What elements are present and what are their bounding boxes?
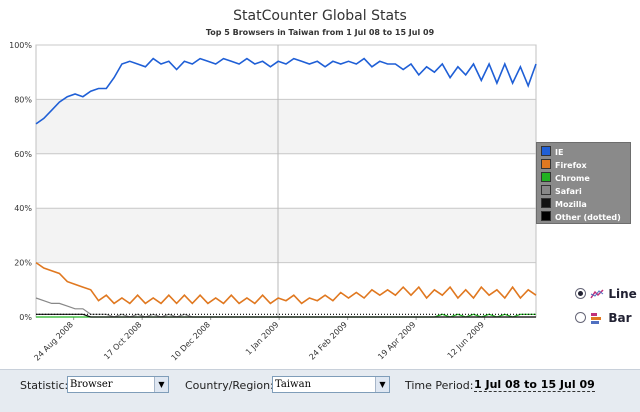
y-tick-label: 40% [14,204,32,213]
country-select[interactable]: Taiwan ▼ [272,376,390,393]
statistic-label: Statistic: [20,379,69,392]
x-tick-label: 1 Jan 2009 [244,320,281,357]
plot-band [36,45,536,100]
legend-label-chrome: Chrome [555,174,590,183]
statistic-select[interactable]: Browser ▼ [67,376,169,393]
plot-band [36,208,536,263]
plot-band [36,262,536,317]
y-tick-label: 100% [9,41,32,50]
legend-item-firefox: Firefox [541,159,587,171]
x-tick-label: 19 Apr 2009 [376,320,417,361]
bar-chart-icon [590,312,604,324]
legend-label-other: Other (dotted) [555,213,621,222]
view-line-option[interactable]: Line [575,287,637,301]
chart-legend: IE Firefox Chrome Safari Mozilla Other (… [536,142,631,224]
legend-item-mozilla: Mozilla [541,198,587,210]
plot-band [36,99,536,154]
line-radio[interactable] [575,288,586,299]
plot-band [36,153,536,209]
legend-item-other: Other (dotted) [541,211,621,223]
legend-swatch-other [541,211,551,221]
legend-label-ie: IE [555,148,564,157]
country-label: Country/Region: [185,379,274,392]
chart-controls-bar: Statistic: Browser ▼ Country/Region: Tai… [0,369,640,412]
y-tick-label: 60% [14,150,32,159]
y-tick-label: 0% [19,313,32,322]
bar-radio[interactable] [575,312,586,323]
bar-option-label: Bar [608,311,632,325]
legend-swatch-chrome [541,172,551,182]
legend-label-firefox: Firefox [555,161,587,170]
y-tick-label: 20% [14,259,32,268]
y-tick-label: 80% [14,95,32,104]
chevron-down-icon[interactable]: ▼ [154,377,168,392]
x-tick-label: 10 Dec 2008 [170,320,213,363]
statistic-select-value: Browser [70,379,113,390]
x-tick-label: 12 Jun 2009 [446,320,486,360]
legend-item-chrome: Chrome [541,172,590,184]
x-tick-label: 24 Feb 2009 [307,320,349,362]
legend-swatch-ie [541,146,551,156]
legend-swatch-firefox [541,159,551,169]
chevron-down-icon[interactable]: ▼ [375,377,389,392]
legend-swatch-mozilla [541,198,551,208]
view-bar-option[interactable]: Bar [575,311,632,325]
legend-item-safari: Safari [541,185,582,197]
x-tick-label: 24 Aug 2008 [32,320,75,363]
time-period-label: Time Period: [405,379,474,392]
line-option-label: Line [608,287,637,301]
legend-item-ie: IE [541,146,563,158]
legend-label-safari: Safari [555,187,582,196]
x-tick-label: 17 Oct 2008 [102,320,143,361]
country-select-value: Taiwan [275,379,312,390]
time-period-link[interactable]: 1 Jul 08 to 15 Jul 09 [474,378,595,392]
legend-swatch-safari [541,185,551,195]
line-chart-icon [590,288,604,300]
legend-label-mozilla: Mozilla [555,200,587,209]
